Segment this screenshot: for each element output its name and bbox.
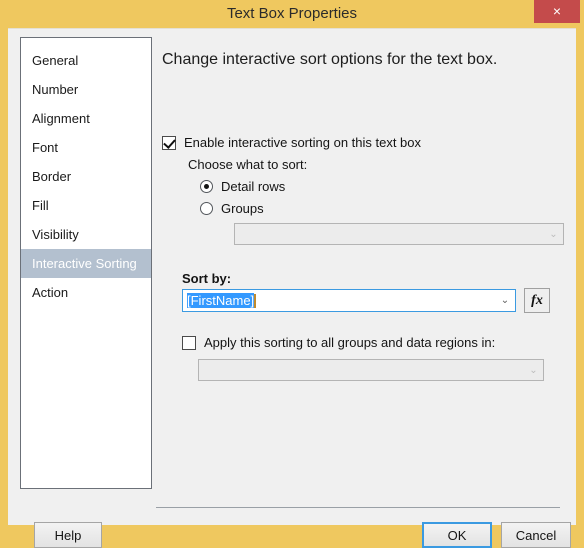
text-caret xyxy=(254,294,257,308)
help-button[interactable]: Help xyxy=(34,522,102,548)
sidebar-item-font[interactable]: Font xyxy=(21,133,151,162)
cancel-button[interactable]: Cancel xyxy=(501,522,571,548)
groups-dropdown: ⌄ xyxy=(234,223,564,245)
radio-detail-rows-dot[interactable] xyxy=(200,180,213,193)
pane-heading: Change interactive sort options for the … xyxy=(162,51,498,68)
ok-button[interactable]: OK xyxy=(422,522,492,548)
choose-what-to-sort-label: Choose what to sort: xyxy=(188,157,308,172)
apply-all-checkbox[interactable] xyxy=(182,335,196,350)
radio-groups[interactable]: Groups xyxy=(200,201,264,216)
sidebar-item-general[interactable]: General xyxy=(21,46,151,75)
radio-detail-rows[interactable]: Detail rows xyxy=(200,179,285,194)
sidebar-item-fill[interactable]: Fill xyxy=(21,191,151,220)
chevron-down-icon[interactable]: ⌄ xyxy=(495,290,515,311)
chevron-down-icon: ⌄ xyxy=(529,364,538,376)
radio-groups-label: Groups xyxy=(221,201,264,216)
chevron-down-icon: ⌄ xyxy=(549,228,558,240)
sidebar-item-border[interactable]: Border xyxy=(21,162,151,191)
page-title: Text Box Properties xyxy=(226,5,358,22)
close-icon[interactable]: × xyxy=(534,0,580,23)
radio-detail-rows-label: Detail rows xyxy=(221,179,286,194)
dialog-client-area: General Number Alignment Font Border Fil… xyxy=(8,28,576,548)
sidebar-item-interactive-sorting[interactable]: Interactive Sorting xyxy=(21,249,151,278)
footer-divider xyxy=(156,507,560,508)
apply-all-dropdown: ⌄ xyxy=(198,359,544,381)
apply-all-label: Apply this sorting to all groups and dat… xyxy=(204,335,496,350)
function-icon: fx xyxy=(531,292,543,308)
sidebar-item-number[interactable]: Number xyxy=(21,75,151,104)
enable-sorting-checkbox[interactable] xyxy=(162,135,176,150)
dialog-window: Text Box Properties × General Number Ali… xyxy=(0,0,584,548)
sort-by-label: Sort by: xyxy=(182,271,232,286)
sidebar-item-visibility[interactable]: Visibility xyxy=(21,220,151,249)
sort-by-dropdown[interactable]: [FirstName] ⌄ xyxy=(182,289,516,312)
apply-all-checkbox-row[interactable]: Apply this sorting to all groups and dat… xyxy=(182,335,495,350)
sidebar-item-alignment[interactable]: Alignment xyxy=(21,104,151,133)
sort-by-value: [FirstName] xyxy=(187,293,255,308)
main-pane: Change interactive sort options for the … xyxy=(156,37,568,489)
title-bar: Text Box Properties × xyxy=(0,0,584,28)
enable-sorting-checkbox-row[interactable]: Enable interactive sorting on this text … xyxy=(162,135,421,150)
sidebar-item-action[interactable]: Action xyxy=(21,278,151,307)
radio-groups-dot[interactable] xyxy=(200,202,213,215)
category-list[interactable]: General Number Alignment Font Border Fil… xyxy=(20,37,152,489)
enable-sorting-label: Enable interactive sorting on this text … xyxy=(184,135,422,150)
sort-by-input[interactable]: [FirstName] xyxy=(183,293,495,308)
expression-button[interactable]: fx xyxy=(524,288,550,313)
